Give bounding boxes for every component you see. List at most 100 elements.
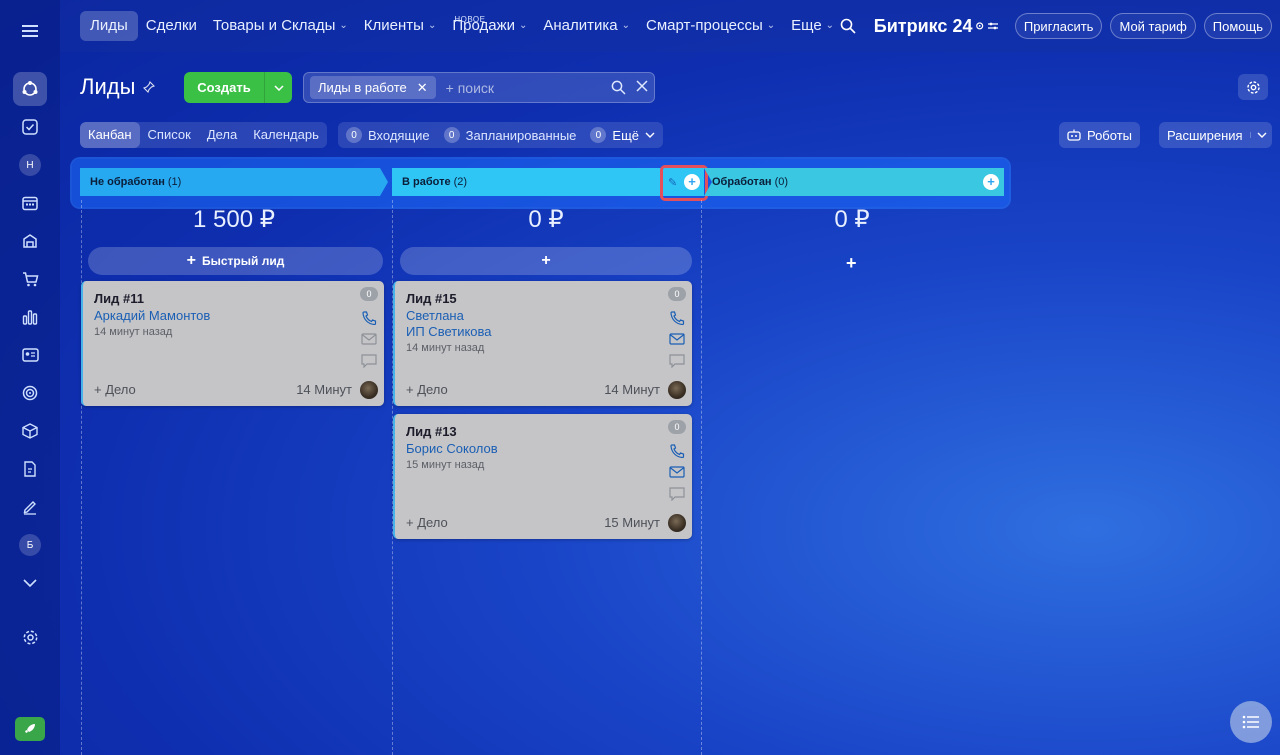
settings-gear-icon[interactable] [1238,74,1268,100]
phone-icon[interactable] [669,444,685,458]
avatar[interactable] [668,514,686,532]
analytics-icon[interactable] [13,300,47,334]
menu-burger-icon[interactable] [13,14,47,48]
card-client[interactable]: Борис Соколов [406,441,498,456]
nav-sales[interactable]: НОВОЕ Продажи ⌄ [444,11,535,41]
card-title[interactable]: Лид #13 [406,424,457,439]
nav-more[interactable]: Еще ⌄ [783,11,842,41]
chevron-down-icon: ⌄ [339,20,348,31]
chevron-down-icon[interactable] [13,566,47,600]
lead-card[interactable]: Лид #15 0 Светлана ИП Светикова 14 минут… [393,281,692,406]
counter-planned[interactable]: 0 Запланированные [443,127,576,143]
nav-label: Сделки [145,17,197,34]
card-company[interactable]: ИП Светикова [406,324,492,339]
stage-in-progress[interactable]: В работе (2) [392,168,704,196]
invite-button[interactable]: Пригласить [1014,13,1103,39]
quick-add-plus-icon[interactable]: + [846,253,857,274]
avatar[interactable] [668,381,686,399]
search-input[interactable]: + поиск [446,80,611,96]
box-icon[interactable] [13,414,47,448]
robots-label: Роботы [1086,127,1132,143]
target-icon[interactable] [13,376,47,410]
contact-card-icon[interactable] [13,338,47,372]
search-icon[interactable] [611,80,626,95]
avatar[interactable] [360,381,378,399]
help-button[interactable]: Помощь [1203,13,1272,39]
document-edit-icon[interactable] [13,452,47,486]
filter-chip[interactable]: Лиды в работе ✕ [310,76,436,99]
chevron-down-icon: ⌄ [519,20,528,31]
avatar-n[interactable]: Н [13,148,47,182]
avatar-b[interactable]: Б [13,528,47,562]
counter-incoming[interactable]: 0 Входящие [346,127,430,143]
nav-label: Аналитика [543,17,618,34]
stage-processed[interactable]: Обработан (0) [704,168,1004,196]
activity-count-badge: 0 [360,287,378,301]
phone-icon[interactable] [669,311,685,325]
card-client[interactable]: Светлана [406,308,464,323]
my-tariff-button[interactable]: Мой тариф [1110,13,1196,39]
tab-kanban[interactable]: Канбан [80,122,140,148]
sign-pen-icon[interactable] [13,490,47,524]
quick-add-button[interactable]: + [400,247,692,275]
tab-list[interactable]: Список [140,122,199,148]
clock-icon: ⊙ [975,20,984,32]
plus-icon: + [541,252,551,269]
tab-activities[interactable]: Дела [199,122,245,148]
chevron-down-icon[interactable] [264,72,292,103]
counter-more[interactable]: 0 Ещё [590,127,655,143]
add-activity-link[interactable]: + Дело [406,515,448,530]
add-activity-link[interactable]: + Дело [94,382,136,397]
search-icon[interactable] [840,18,856,34]
create-button[interactable]: Создать [184,72,292,103]
settings-gear-icon[interactable] [13,620,47,654]
rocket-icon[interactable] [15,717,45,741]
clear-icon[interactable] [636,80,648,95]
stage-name: В работе [402,176,451,188]
feed-list-button[interactable] [1230,701,1272,743]
view-tabs: Канбан Список Дела Календарь [80,122,327,148]
robots-button[interactable]: Роботы [1058,122,1140,148]
phone-icon[interactable] [361,311,377,325]
card-ago: 14 Минут [296,382,352,397]
tasks-icon[interactable] [13,110,47,144]
avatar-letter: Н [19,154,41,176]
extensions-button[interactable]: Расширения [1159,122,1272,148]
add-stage-plus-icon[interactable]: + [983,174,999,190]
column-sum: 1 500 ₽ [193,206,275,233]
store-icon[interactable] [13,224,47,258]
nav-deals[interactable]: Сделки [138,11,205,41]
chevron-down-icon[interactable] [1250,132,1272,138]
cart-icon[interactable] [13,262,47,296]
left-rail: Н Б [0,0,60,755]
calendar-icon[interactable] [13,186,47,220]
quick-lead-button[interactable]: + Быстрый лид [88,247,383,275]
chevron-down-icon: ⌄ [427,20,437,31]
card-client[interactable]: Аркадий Мамонтов [94,308,210,323]
nav-leads[interactable]: Лиды [80,11,138,41]
pin-icon[interactable] [143,81,156,93]
close-icon[interactable]: ✕ [417,80,428,96]
chat-icon [361,354,377,368]
nav-analytics[interactable]: Аналитика ⌄ [535,11,638,41]
lead-card[interactable]: Лид #13 0 Борис Соколов 15 минут назад +… [393,414,692,539]
search-filter-bar[interactable]: Лиды в работе ✕ + поиск [303,72,655,103]
email-icon[interactable] [669,333,685,347]
new-badge: НОВОЕ [454,15,486,24]
nav-goods[interactable]: Товары и Склады ⌄ [205,11,356,41]
stage-not-processed[interactable]: Не обработан (1) [80,168,388,196]
lead-card[interactable]: Лид #11 0 Аркадий Мамонтов 14 минут наза… [81,281,384,406]
add-activity-link[interactable]: + Дело [406,382,448,397]
crm-icon[interactable] [13,72,47,106]
card-title[interactable]: Лид #15 [406,291,457,306]
card-title[interactable]: Лид #11 [94,291,144,306]
settings-sliders-icon[interactable] [987,21,999,31]
nav-clients[interactable]: Клиенты ⌄ [356,11,445,41]
nav-smart-processes[interactable]: Смарт-процессы ⌄ [638,11,783,41]
extensions-label: Расширения [1167,127,1243,143]
stage-count: (1) [167,176,182,188]
tab-calendar[interactable]: Календарь [245,122,327,148]
column-sum: 0 ₽ [528,206,564,233]
email-icon[interactable] [669,466,685,480]
list-icon [1242,715,1260,729]
